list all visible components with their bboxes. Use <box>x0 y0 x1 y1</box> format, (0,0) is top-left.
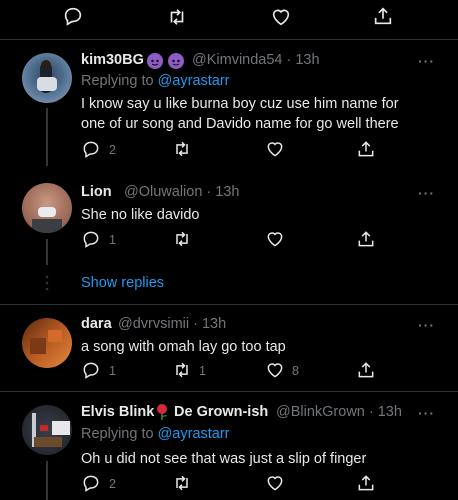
avatar[interactable] <box>22 53 72 103</box>
handle-timestamp[interactable]: @BlinkGrown · 13h <box>276 404 402 420</box>
mention-link[interactable]: @ayrastarr <box>158 73 230 89</box>
replying-to: Replying to @ayrastarr <box>81 426 230 442</box>
share-icon[interactable] <box>372 5 394 27</box>
retweet-icon[interactable] <box>172 473 192 493</box>
thread-line <box>46 239 48 265</box>
retweet-icon[interactable] <box>172 360 192 380</box>
retweet-icon[interactable] <box>172 229 192 249</box>
more-options-button[interactable]: ··· <box>418 53 435 69</box>
reply-count: 2 <box>109 143 116 157</box>
tweet-text: a song with omah lay go too tap <box>81 339 286 355</box>
reply-count: 2 <box>109 477 116 491</box>
display-name[interactable]: kim30BG <box>81 52 144 68</box>
like-icon[interactable] <box>265 229 285 249</box>
share-icon[interactable] <box>356 473 376 493</box>
share-icon[interactable] <box>356 139 376 159</box>
like-count: 8 <box>292 364 299 378</box>
display-name[interactable]: Lion <box>81 184 112 200</box>
retweet-icon[interactable] <box>166 6 188 28</box>
reply-icon[interactable] <box>62 5 84 27</box>
reply-count: 1 <box>109 364 116 378</box>
retweet-icon[interactable] <box>172 139 192 159</box>
share-icon[interactable] <box>356 360 376 380</box>
more-options-button[interactable]: ··· <box>418 185 435 201</box>
reply-icon[interactable] <box>81 229 101 249</box>
divider <box>0 391 458 392</box>
tweet-text: She no like davido <box>81 207 200 223</box>
display-name[interactable]: Elvis Blink <box>81 404 154 420</box>
handle-timestamp[interactable]: @dvrvsimii · 13h <box>118 316 226 332</box>
thread-line <box>46 461 48 500</box>
like-icon[interactable] <box>265 473 285 493</box>
display-name[interactable]: dara <box>81 316 112 332</box>
thread-line <box>46 108 48 166</box>
rose-emoji <box>154 403 170 421</box>
avatar[interactable] <box>22 318 72 368</box>
replying-to-label: Replying to <box>81 73 158 89</box>
avatar[interactable] <box>22 405 72 455</box>
divider <box>0 39 458 40</box>
purple-devil-emoji <box>168 53 184 69</box>
handle-timestamp[interactable]: @Oluwalion · 13h <box>124 184 239 200</box>
show-replies-link[interactable]: Show replies <box>81 275 164 291</box>
replying-to: Replying to @ayrastarr <box>81 73 230 89</box>
reply-icon[interactable] <box>81 139 101 159</box>
purple-devil-emoji <box>147 53 163 69</box>
divider <box>0 304 458 305</box>
replying-to-label: Replying to <box>81 426 158 442</box>
avatar[interactable] <box>22 183 72 233</box>
reply-icon[interactable] <box>81 473 101 493</box>
tweet-text: Oh u did not see that was just a slip of… <box>81 451 367 467</box>
handle-timestamp[interactable]: @Kimvinda54 · 13h <box>192 52 320 68</box>
mention-link[interactable]: @ayrastarr <box>158 426 230 442</box>
share-icon[interactable] <box>356 229 376 249</box>
like-icon[interactable] <box>265 139 285 159</box>
reply-count: 1 <box>109 233 116 247</box>
tweet-text: I know say u like burna boy cuz use him … <box>81 96 399 132</box>
like-icon[interactable] <box>270 6 292 28</box>
thread-dots-icon <box>45 275 49 291</box>
more-options-button[interactable]: ··· <box>418 405 435 421</box>
more-options-button[interactable]: ··· <box>418 317 435 333</box>
like-icon[interactable] <box>265 360 285 380</box>
reply-icon[interactable] <box>81 360 101 380</box>
retweet-count: 1 <box>199 364 206 378</box>
display-name-suffix[interactable]: De Grown-ish <box>174 404 268 420</box>
